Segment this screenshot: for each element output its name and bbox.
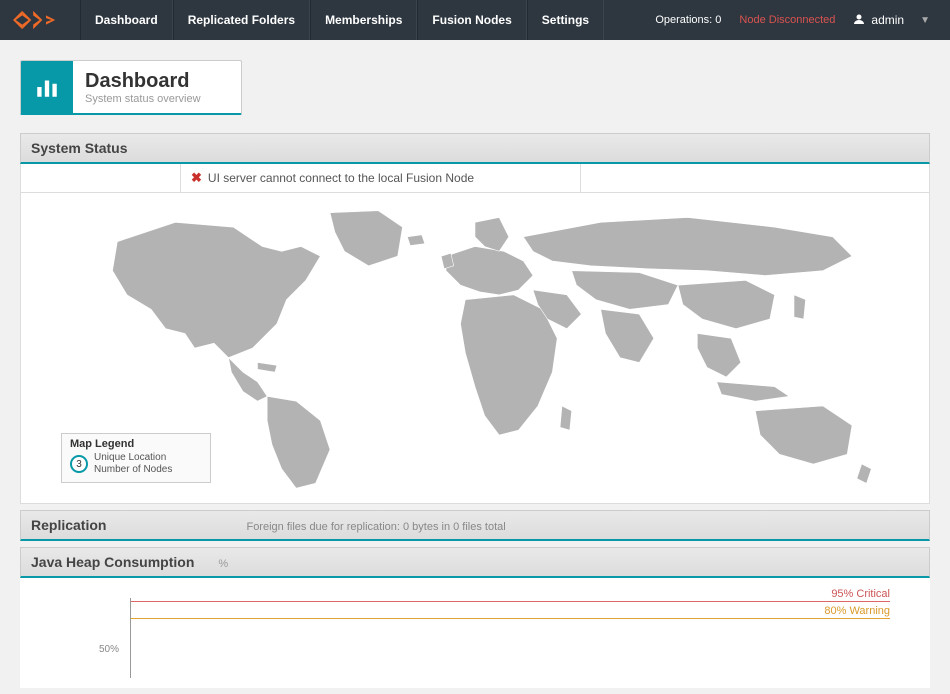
page-title-card: Dashboard System status overview	[20, 60, 242, 115]
operations-indicator[interactable]: Operations: 0	[655, 14, 721, 26]
caret-down-icon: ▼	[920, 15, 930, 26]
page-body: Dashboard System status overview System …	[0, 40, 950, 688]
alert-text: UI server cannot connect to the local Fu…	[208, 171, 474, 185]
brand-logo-icon	[13, 9, 68, 31]
user-name: admin	[871, 13, 904, 27]
operations-label: Operations:	[655, 14, 712, 26]
legend-title: Map Legend	[70, 438, 202, 450]
heap-chart: 95% Critical 80% Warning 50%	[130, 598, 780, 678]
panel-heap: Java Heap Consumption % 95% Critical 80%…	[20, 547, 930, 688]
panel-header-heap: Java Heap Consumption %	[20, 547, 930, 578]
error-icon: ✖	[191, 170, 202, 186]
user-menu[interactable]: admin ▼	[853, 13, 930, 28]
nav-item-fusion-nodes[interactable]: Fusion Nodes	[417, 0, 526, 40]
legend-line-1: Unique Location	[94, 452, 172, 464]
brand-logo[interactable]	[0, 0, 80, 40]
map-legend: Map Legend 3 Unique Location Number of N…	[61, 433, 211, 483]
replication-summary: Foreign files due for replication: 0 byt…	[246, 521, 505, 533]
alert-empty-right	[581, 164, 929, 192]
nav-item-memberships[interactable]: Memberships	[310, 0, 417, 40]
heap-chart-area: 95% Critical 80% Warning 50%	[20, 578, 930, 688]
legend-line-2: Number of Nodes	[94, 464, 172, 476]
nav-right: Operations: 0 Node Disconnected admin ▼	[655, 0, 950, 40]
alert-row: ✖ UI server cannot connect to the local …	[21, 164, 929, 193]
dashboard-icon	[21, 61, 73, 113]
nav-item-settings[interactable]: Settings	[527, 0, 604, 40]
nav-item-replicated-folders[interactable]: Replicated Folders	[173, 0, 310, 40]
panel-header-system-status: System Status	[20, 133, 930, 164]
heap-critical-label: 95% Critical	[831, 588, 890, 600]
nav-item-dashboard[interactable]: Dashboard	[80, 0, 173, 40]
legend-node-badge: 3	[70, 455, 88, 473]
panel-header-replication[interactable]: Replication Foreign files due for replic…	[20, 510, 930, 541]
alert-empty-cell	[21, 164, 181, 192]
heap-warning-label: 80% Warning	[824, 605, 890, 617]
node-status: Node Disconnected	[739, 14, 835, 26]
top-nav: Dashboard Replicated Folders Memberships…	[0, 0, 950, 40]
operations-count: 0	[715, 14, 721, 26]
nav-items: Dashboard Replicated Folders Memberships…	[80, 0, 604, 40]
panel-title: Java Heap Consumption	[31, 554, 194, 570]
world-map[interactable]: Map Legend 3 Unique Location Number of N…	[21, 193, 929, 503]
heap-ytick-50: 50%	[99, 644, 119, 655]
heap-warning-line: 80% Warning	[131, 618, 890, 619]
panel-replication: Replication Foreign files due for replic…	[20, 510, 930, 541]
user-icon	[853, 13, 865, 28]
panel-title: Replication	[31, 517, 106, 533]
alert-message-cell: ✖ UI server cannot connect to the local …	[181, 164, 581, 192]
page-subtitle: System status overview	[85, 93, 201, 105]
panel-system-status: System Status ✖ UI server cannot connect…	[20, 133, 930, 504]
heap-critical-line: 95% Critical	[131, 601, 890, 602]
page-title: Dashboard	[85, 70, 201, 93]
panel-title: System Status	[31, 140, 127, 156]
heap-unit: %	[218, 558, 228, 570]
